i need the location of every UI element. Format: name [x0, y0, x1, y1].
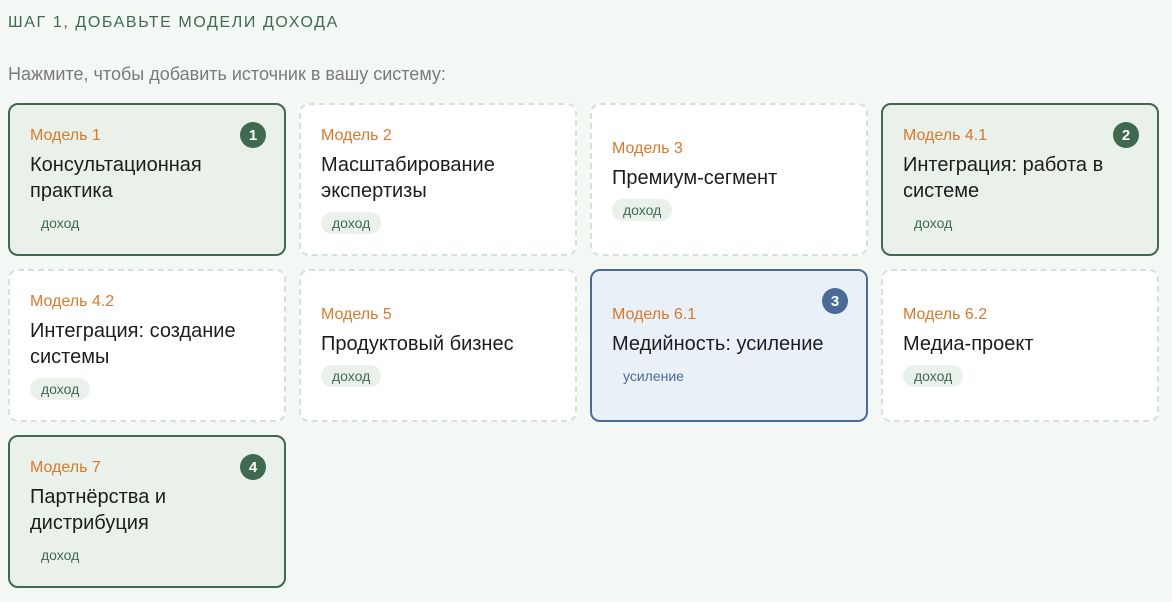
model-card-7[interactable]: 4 Модель 7 Партнёрства и дистрибуция дох…: [8, 435, 286, 588]
model-number: Модель 4.1: [903, 126, 988, 144]
model-type-tag: доход: [612, 198, 673, 221]
selection-order-badge: 3: [822, 288, 848, 314]
model-type-tag: доход: [321, 211, 382, 234]
model-type-tag: усиление: [623, 367, 684, 384]
model-number: Модель 3: [612, 139, 683, 157]
page: ШАГ 1, ДОБАВЬТЕ МОДЕЛИ ДОХОДА Нажмите, ч…: [0, 0, 1172, 602]
selection-order-badge: 1: [240, 122, 266, 148]
model-number: Модель 7: [30, 458, 101, 476]
model-card-1[interactable]: 1 Модель 1 Консультационная практика дох…: [8, 103, 286, 256]
step-title: ШАГ 1, ДОБАВЬТЕ МОДЕЛИ ДОХОДА: [8, 14, 339, 31]
model-card-4-1[interactable]: 2 Модель 4.1 Интеграция: работа в систем…: [881, 103, 1159, 256]
model-type-tag: доход: [903, 364, 964, 387]
model-grid: 1 Модель 1 Консультационная практика дох…: [8, 103, 1159, 588]
model-number: Модель 1: [30, 126, 101, 144]
model-card-6-2[interactable]: Модель 6.2 Медиа-проект доход: [881, 269, 1159, 422]
model-card-3[interactable]: Модель 3 Премиум-сегмент доход: [590, 103, 868, 256]
model-title: Продуктовый бизнес: [321, 332, 514, 355]
model-type-tag: доход: [41, 546, 80, 563]
instruction-text: Нажмите, чтобы добавить источник в вашу …: [8, 64, 446, 84]
model-title: Консультационная практика: [30, 153, 202, 202]
model-title: Партнёрства и дистрибуция: [30, 485, 167, 534]
model-title: Медийность: усиление: [612, 332, 824, 355]
model-title: Интеграция: создание системы: [30, 319, 236, 368]
model-type-tag: доход: [41, 214, 80, 231]
model-type-tag: доход: [321, 364, 382, 387]
model-type-tag: доход: [914, 214, 953, 231]
model-card-4-2[interactable]: Модель 4.2 Интеграция: создание системы …: [8, 269, 286, 422]
model-card-5[interactable]: Модель 5 Продуктовый бизнес доход: [299, 269, 577, 422]
model-title: Масштабирование экспертизы: [321, 153, 495, 202]
model-number: Модель 4.2: [30, 292, 115, 310]
model-card-2[interactable]: Модель 2 Масштабирование экспертизы дохо…: [299, 103, 577, 256]
model-title: Медиа-проект: [903, 332, 1034, 355]
selection-order-badge: 2: [1113, 122, 1139, 148]
model-title: Интеграция: работа в системе: [903, 153, 1104, 202]
model-title: Премиум-сегмент: [612, 166, 778, 189]
model-card-6-1[interactable]: 3 Модель 6.1 Медийность: усиление усилен…: [590, 269, 868, 422]
model-number: Модель 6.1: [612, 305, 697, 323]
model-number: Модель 2: [321, 126, 392, 144]
model-number: Модель 5: [321, 305, 392, 323]
model-type-tag: доход: [30, 377, 91, 400]
selection-order-badge: 4: [240, 454, 266, 480]
model-number: Модель 6.2: [903, 305, 988, 323]
